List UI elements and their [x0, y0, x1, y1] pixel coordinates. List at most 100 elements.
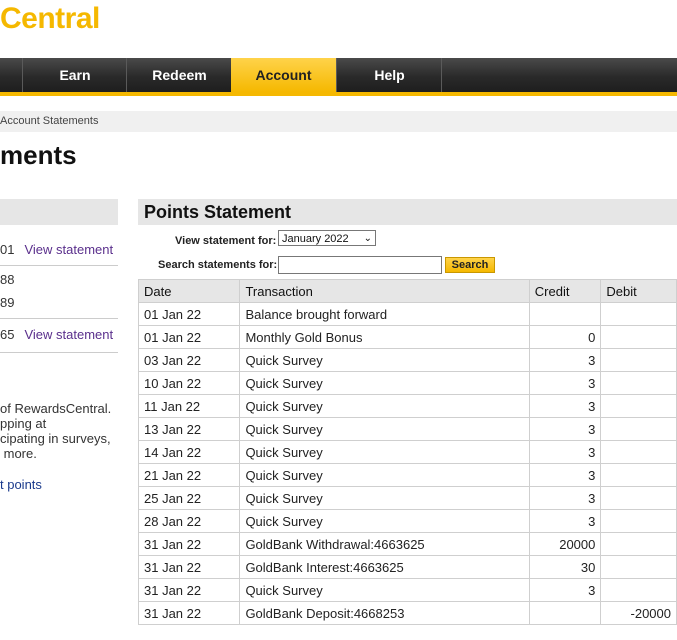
cell-date: 03 Jan 22 [137, 348, 241, 372]
cell-transaction: Monthly Gold Bonus [239, 325, 530, 349]
cell-credit: 30 [528, 555, 602, 579]
table-row: 10 Jan 22 Quick Survey 3 [137, 371, 677, 395]
cell-credit: 3 [528, 486, 602, 510]
cell-transaction: Quick Survey [239, 348, 530, 372]
table-row: 11 Jan 22 Quick Survey 3 [137, 394, 677, 418]
left-points-link[interactable]: t points [0, 477, 42, 492]
cell-date: 31 Jan 22 [137, 578, 241, 602]
cell-debit [600, 532, 677, 556]
nav-redeem[interactable]: Redeem [126, 58, 232, 92]
table-row: 13 Jan 22 Quick Survey 3 [137, 417, 677, 441]
cell-debit [600, 371, 677, 395]
cell-transaction: Quick Survey [239, 417, 530, 441]
cell-date: 13 Jan 22 [137, 417, 241, 441]
table-row: 21 Jan 22 Quick Survey 3 [137, 463, 677, 487]
cell-credit: 3 [528, 371, 602, 395]
column-header-debit: Debit [600, 279, 677, 303]
cell-credit: 3 [528, 440, 602, 464]
table-row: 28 Jan 22 Quick Survey 3 [137, 509, 677, 533]
table-row: 31 Jan 22 GoldBank Deposit:4668253 -20000 [137, 601, 677, 625]
cell-credit: 20000 [528, 532, 602, 556]
nav-earn[interactable]: Earn [22, 58, 127, 92]
left-statement-row: 89 [0, 295, 14, 310]
cell-debit [600, 486, 677, 510]
cell-credit: 3 [528, 509, 602, 533]
divider [0, 318, 118, 319]
nav-help[interactable]: Help [336, 58, 442, 92]
cell-credit: 0 [528, 325, 602, 349]
column-header-credit: Credit [528, 279, 602, 303]
left-statement-row: 88 [0, 272, 14, 287]
table-row: 25 Jan 22 Quick Survey 3 [137, 486, 677, 510]
cell-credit: 3 [528, 348, 602, 372]
table-row: 31 Jan 22 GoldBank Interest:4663625 30 [137, 555, 677, 579]
search-button[interactable]: Search [445, 257, 495, 273]
breadcrumb: Account Statements [0, 111, 677, 132]
month-select-value: January 2022 [282, 233, 349, 245]
cell-transaction: Quick Survey [239, 371, 530, 395]
trademark-mark: ™ [100, 0, 111, 6]
cell-debit [600, 509, 677, 533]
table-row: 31 Jan 22 GoldBank Withdrawal:4663625 2000… [137, 532, 677, 556]
column-header-date: Date [137, 279, 241, 303]
divider [0, 265, 118, 266]
cell-date: 31 Jan 22 [137, 532, 241, 556]
view-statement-link[interactable]: View statement [24, 242, 113, 257]
nav-account[interactable]: Account [231, 58, 336, 92]
chevron-down-icon: ⌄ [363, 233, 372, 244]
cell-credit [528, 302, 602, 326]
cell-debit [600, 463, 677, 487]
left-panel-header [0, 199, 118, 225]
left-row-value: 65 [0, 327, 15, 342]
nav-spacer [441, 58, 677, 92]
left-row-value: 89 [0, 295, 15, 310]
cell-debit [600, 578, 677, 602]
table-row: 01 Jan 22 Monthly Gold Bonus 0 [137, 325, 677, 349]
cell-credit: 3 [528, 578, 602, 602]
page-title: ments [0, 140, 77, 170]
cell-credit [528, 601, 602, 625]
cell-date: 01 Jan 22 [137, 325, 241, 349]
cell-credit: 3 [528, 463, 602, 487]
cell-debit [600, 348, 677, 372]
left-statement-row: 01 View statement [0, 242, 113, 257]
cell-transaction: Quick Survey [239, 394, 530, 418]
cell-date: 01 Jan 22 [137, 302, 241, 326]
left-row-value: 88 [0, 272, 15, 287]
view-statement-label: View statement for: [175, 235, 277, 247]
cell-credit: 3 [528, 394, 602, 418]
cell-debit [600, 440, 677, 464]
cell-credit: 3 [528, 417, 602, 441]
cell-transaction: Quick Survey [239, 463, 530, 487]
cell-transaction: Quick Survey [239, 509, 530, 533]
site-logo[interactable]: Central™ [0, 0, 111, 36]
cell-debit [600, 417, 677, 441]
logo-text: Central [0, 2, 100, 35]
cell-transaction: Balance brought forward [239, 302, 530, 326]
main-nav: Earn Redeem Account Help [0, 58, 677, 96]
cell-date: 21 Jan 22 [137, 463, 241, 487]
view-statement-link[interactable]: View statement [24, 327, 113, 342]
column-header-transaction: Transaction [239, 279, 530, 303]
cell-transaction: Quick Survey [239, 440, 530, 464]
table-row: 31 Jan 22 Quick Survey 3 [137, 578, 677, 602]
search-input[interactable] [278, 256, 442, 274]
cell-date: 14 Jan 22 [137, 440, 241, 464]
month-select[interactable]: January 2022 ⌄ [278, 230, 376, 246]
cell-debit: -20000 [600, 601, 677, 625]
left-info-text: of RewardsCentral. pping at cipating in … [0, 401, 112, 461]
cell-date: 31 Jan 22 [137, 601, 241, 625]
cell-transaction: GoldBank Withdrawal:4663625 [239, 532, 530, 556]
panel-title: Points Statement [144, 202, 292, 222]
cell-transaction: GoldBank Interest:4663625 [239, 555, 530, 579]
cell-transaction: GoldBank Deposit:4668253 [239, 601, 530, 625]
left-row-value: 01 [0, 242, 15, 257]
cell-debit [600, 325, 677, 349]
cell-debit [600, 555, 677, 579]
table-row: 01 Jan 22 Balance brought forward [137, 302, 677, 326]
cell-transaction: Quick Survey [239, 486, 530, 510]
left-statement-row: 65 View statement [0, 327, 113, 342]
cell-debit [600, 394, 677, 418]
cell-date: 10 Jan 22 [137, 371, 241, 395]
cell-date: 28 Jan 22 [137, 509, 241, 533]
